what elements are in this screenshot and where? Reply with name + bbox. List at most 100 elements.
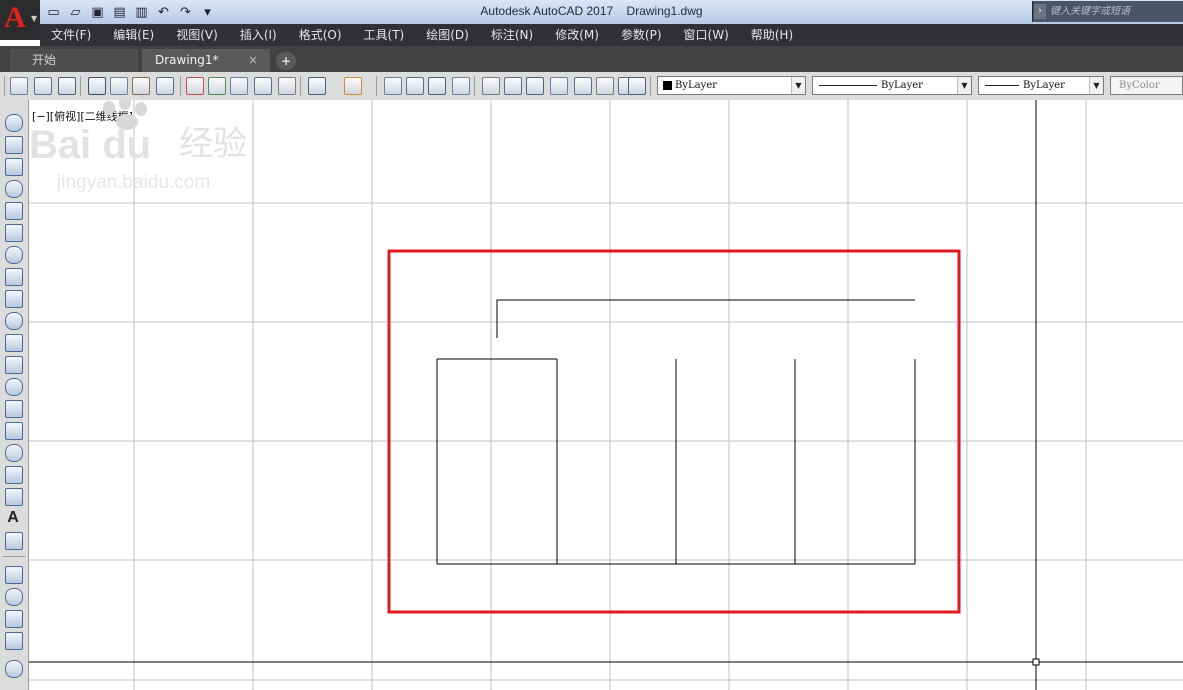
plotstyle-dropdown[interactable]: ByColor — [1110, 76, 1183, 95]
undo-tool-icon[interactable] — [308, 77, 326, 95]
pan-icon[interactable] — [384, 77, 402, 95]
chevron-down-icon[interactable]: ▼ — [791, 77, 805, 94]
design-center-icon[interactable] — [504, 77, 522, 95]
plot-3d-icon[interactable] — [156, 77, 174, 95]
search-input[interactable] — [1048, 3, 1182, 19]
menu-item-8[interactable]: 修改(M) — [544, 24, 610, 46]
insert-block-icon[interactable] — [5, 356, 23, 374]
menu-item-5[interactable]: 工具(T) — [353, 24, 416, 46]
print-icon[interactable] — [88, 77, 106, 95]
cut-icon[interactable] — [186, 77, 204, 95]
multiline-text-icon[interactable]: A — [5, 510, 21, 526]
save-file-icon[interactable] — [58, 77, 76, 95]
toolbar-separator — [180, 76, 181, 96]
print-preview-icon[interactable] — [110, 77, 128, 95]
publish-icon[interactable] — [132, 77, 150, 95]
highlight-frame — [387, 249, 961, 614]
title-bar: ▭ ▱ ▣ ▤ ▥ ↶ ↷ ▾ Autodesk AutoCAD 2017 Drawing1.… — [0, 0, 1183, 25]
application-menu-button[interactable]: A ▼ — [0, 0, 40, 40]
zoom-realtime-icon[interactable] — [406, 77, 424, 95]
polygon-icon[interactable] — [5, 180, 23, 198]
color-dropdown[interactable]: ByLayer ▼ — [657, 76, 806, 95]
drawing-canvas[interactable]: [−][俯视][二维线框] Bai du 经验 jingyan.baidu.co… — [29, 100, 1183, 690]
table-icon[interactable] — [5, 488, 23, 506]
circle-icon[interactable] — [5, 246, 23, 264]
ellipse-arc-icon[interactable] — [5, 334, 23, 352]
region-icon[interactable] — [5, 466, 23, 484]
menu-item-2[interactable]: 视图(V) — [165, 24, 229, 46]
add-selected-icon[interactable] — [5, 532, 23, 550]
properties-icon[interactable] — [482, 77, 500, 95]
menu-item-6[interactable]: 绘图(D) — [415, 24, 480, 46]
construction-line-icon[interactable] — [5, 136, 23, 154]
layer-previous-icon[interactable] — [5, 610, 23, 628]
toolbar-separator — [474, 76, 475, 96]
zoom-window-icon[interactable] — [428, 77, 446, 95]
leader-icon[interactable] — [5, 660, 23, 678]
quickcalc-icon[interactable] — [596, 77, 614, 95]
search-box[interactable]: › — [1032, 1, 1183, 22]
standard-toolbar: ByLayer ▼ ByLayer ▼ ByLayer ▼ ByColor — [0, 72, 1183, 101]
tool-palettes-icon[interactable] — [526, 77, 544, 95]
line-icon[interactable] — [5, 114, 23, 132]
help-icon[interactable] — [628, 77, 646, 95]
revision-cloud-icon[interactable] — [5, 268, 23, 286]
toolbar-separator — [80, 76, 81, 96]
menu-item-0[interactable]: 文件(F) — [40, 24, 102, 46]
ellipse-icon[interactable] — [5, 312, 23, 330]
new-tab-button[interactable]: + — [276, 52, 296, 70]
menu-item-7[interactable]: 标注(N) — [480, 24, 544, 46]
gradient-icon[interactable] — [5, 444, 23, 462]
tab-start[interactable]: 开始 — [10, 49, 138, 72]
make-block-icon[interactable] — [5, 378, 23, 396]
toolbar-separator — [300, 76, 301, 96]
point-icon[interactable] — [5, 400, 23, 418]
menu-item-9[interactable]: 参数(P) — [610, 24, 673, 46]
match-properties-icon[interactable] — [254, 77, 272, 95]
layer-iso-icon[interactable] — [5, 632, 23, 650]
lineweight-dropdown[interactable]: ByLayer ▼ — [978, 76, 1104, 95]
watermark-brand: Bai du — [29, 123, 151, 167]
menu-bar: 文件(F) 编辑(E) 视图(V) 插入(I) 格式(O) 工具(T) 绘图(D) 标注(N)… — [40, 24, 1183, 46]
menu-item-11[interactable]: 帮助(H) — [740, 24, 804, 46]
window-title: Autodesk AutoCAD 2017 Drawing1.dwg — [0, 4, 1183, 18]
spline-icon[interactable] — [5, 290, 23, 308]
plotstyle-value: ByColor — [1119, 80, 1160, 91]
crosshair-pickbox[interactable] — [1032, 658, 1040, 666]
polyline-icon[interactable] — [5, 158, 23, 176]
document-title: Drawing1.dwg — [626, 4, 703, 18]
redo-tool-icon[interactable] — [344, 77, 362, 95]
hatch-icon[interactable] — [5, 422, 23, 440]
menu-item-10[interactable]: 窗口(W) — [673, 24, 740, 46]
close-tab-icon[interactable]: × — [248, 49, 258, 72]
open-file-icon[interactable] — [34, 77, 52, 95]
linetype-dropdown[interactable]: ByLayer ▼ — [812, 76, 972, 95]
copy-icon[interactable] — [208, 77, 226, 95]
chevron-down-icon[interactable]: ▼ — [1089, 77, 1103, 94]
toolbar-separator — [376, 76, 377, 96]
paste-icon[interactable] — [230, 77, 248, 95]
qnew-icon[interactable] — [10, 77, 28, 95]
tab-label: Drawing1* — [155, 53, 219, 67]
watermark-url: jingyan.baidu.com — [56, 172, 210, 193]
layer-state-icon[interactable] — [5, 588, 23, 606]
block-editor-icon[interactable] — [278, 77, 296, 95]
rectangle-icon[interactable] — [5, 202, 23, 220]
top-bracket-polyline[interactable] — [496, 299, 915, 338]
menu-item-4[interactable]: 格式(O) — [288, 24, 353, 46]
chevron-down-icon[interactable]: ▼ — [957, 77, 971, 94]
watermark-brand-cn: 经验 — [179, 124, 247, 164]
menu-item-3[interactable]: 插入(I) — [229, 24, 288, 46]
color-swatch — [663, 81, 672, 90]
baidu-watermark: Bai du 经验 jingyan.baidu.com — [29, 100, 247, 193]
tab-drawing1[interactable]: Drawing1* × — [142, 49, 270, 72]
menu-item-1[interactable]: 编辑(E) — [102, 24, 165, 46]
lineweight-preview — [985, 85, 1019, 86]
sheet-set-icon[interactable] — [550, 77, 568, 95]
zoom-previous-icon[interactable] — [452, 77, 470, 95]
app-title: Autodesk AutoCAD 2017 — [480, 4, 614, 18]
arc-icon[interactable] — [5, 224, 23, 242]
layer-icon[interactable] — [5, 566, 23, 584]
search-expand-icon[interactable]: › — [1034, 4, 1046, 19]
markup-icon[interactable] — [574, 77, 592, 95]
